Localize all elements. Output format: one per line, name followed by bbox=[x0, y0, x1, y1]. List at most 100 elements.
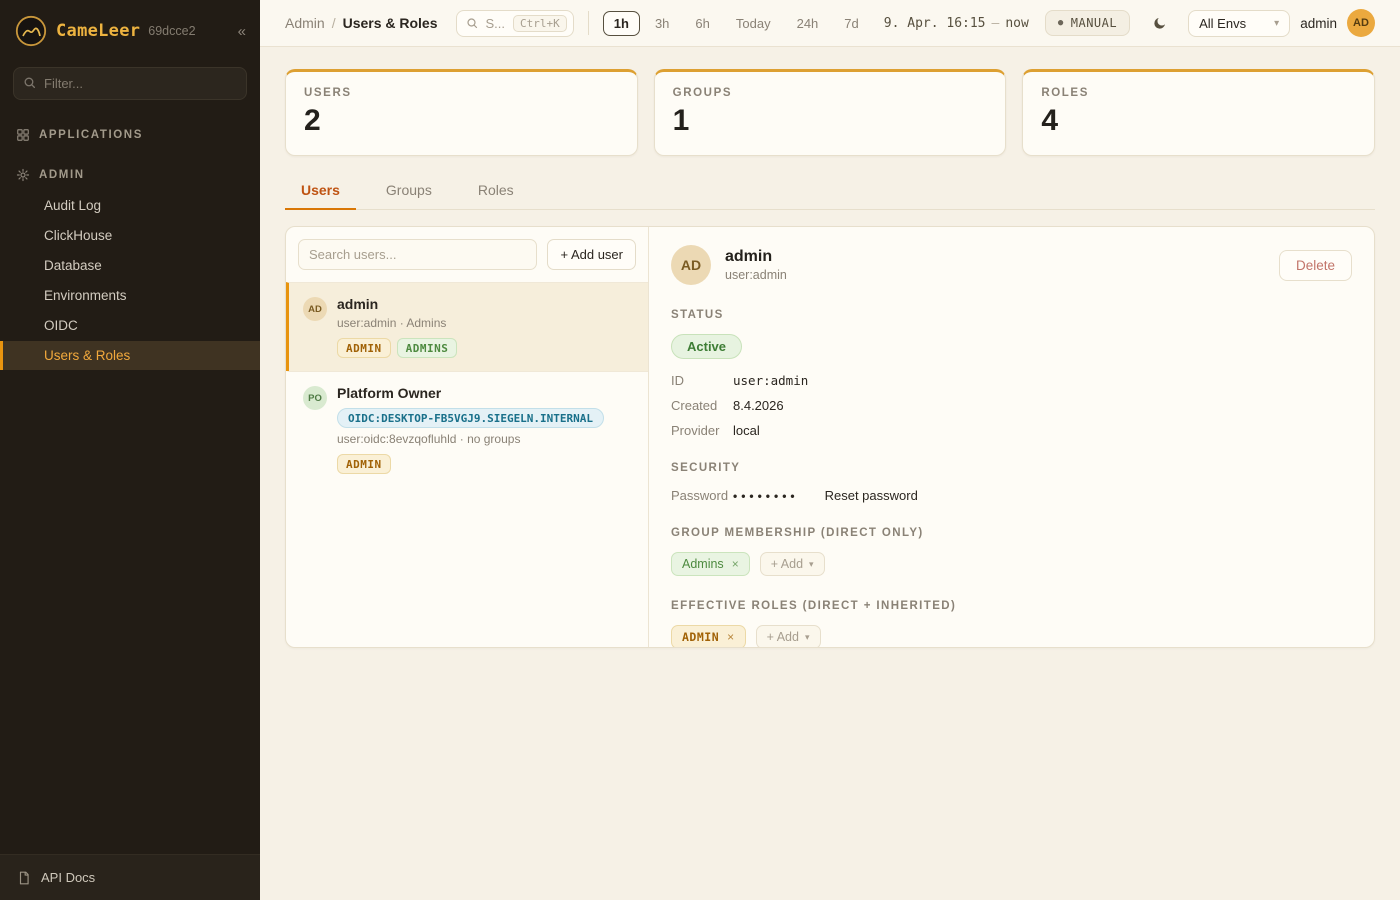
detail-header: AD admin user:admin Delete bbox=[671, 245, 1352, 285]
tab-groups[interactable]: Groups bbox=[370, 182, 448, 210]
user-detail-panel: AD admin user:admin Delete STATUS Active… bbox=[649, 227, 1374, 647]
gear-icon bbox=[16, 168, 30, 182]
field-value: local bbox=[733, 423, 760, 438]
environment-select[interactable]: All Envs ▾ bbox=[1188, 10, 1290, 37]
sidebar-section-applications[interactable]: APPLICATIONS bbox=[0, 120, 260, 150]
global-search-button[interactable]: S... Ctrl+K bbox=[456, 10, 574, 37]
status-badge: Active bbox=[671, 334, 742, 359]
sidebar-collapse-button[interactable]: « bbox=[238, 23, 246, 40]
status-heading: STATUS bbox=[671, 309, 1352, 321]
stat-label: ROLES bbox=[1041, 87, 1356, 99]
username-label: admin bbox=[1300, 16, 1337, 31]
section-label: APPLICATIONS bbox=[39, 129, 143, 141]
range-7d[interactable]: 7d bbox=[833, 11, 869, 36]
sidebar-filter bbox=[13, 67, 247, 100]
detail-fields: ID user:admin Created 8.4.2026 Provider … bbox=[671, 373, 1352, 438]
sidebar-section-admin[interactable]: ADMIN bbox=[0, 160, 260, 190]
range-24h[interactable]: 24h bbox=[786, 11, 830, 36]
range-3h[interactable]: 3h bbox=[644, 11, 680, 36]
range-6h[interactable]: 6h bbox=[684, 11, 720, 36]
user-item-body: admin user:admin · Admins ADMIN ADMINS bbox=[337, 296, 457, 358]
sidebar: CameLeer 69dcce2 « APPLICATIONS ADMIN Au… bbox=[0, 0, 260, 900]
tab-roles[interactable]: Roles bbox=[462, 182, 530, 210]
stat-card-users: USERS 2 bbox=[285, 69, 638, 156]
refresh-mode-button[interactable]: ● MANUAL bbox=[1045, 10, 1130, 36]
field-id: ID user:admin bbox=[671, 373, 1352, 388]
effective-roles-heading: EFFECTIVE ROLES (DIRECT + INHERITED) bbox=[671, 600, 1352, 612]
chevron-down-icon: ▾ bbox=[809, 559, 814, 570]
chip-label: Admins bbox=[682, 557, 724, 571]
add-group-button[interactable]: + Add ▾ bbox=[760, 552, 825, 576]
time-range-picker: 1h 3h 6h Today 24h 7d bbox=[603, 11, 870, 36]
sidebar-item-clickhouse[interactable]: ClickHouse bbox=[0, 221, 260, 250]
group-membership-heading: GROUP MEMBERSHIP (DIRECT ONLY) bbox=[671, 527, 1352, 539]
search-icon bbox=[466, 17, 478, 29]
user-list-item-admin[interactable]: AD admin user:admin · Admins ADMIN ADMIN… bbox=[286, 282, 648, 371]
admin-nav: Audit Log ClickHouse Database Environmen… bbox=[0, 190, 260, 371]
add-user-button[interactable]: + Add user bbox=[547, 239, 636, 270]
tab-users[interactable]: Users bbox=[285, 182, 356, 210]
reset-password-link[interactable]: Reset password bbox=[825, 488, 918, 503]
sidebar-filter-input[interactable] bbox=[13, 67, 247, 100]
users-panel: + Add user AD admin user:admin · Admins … bbox=[285, 226, 1375, 648]
field-value: 8.4.2026 bbox=[733, 398, 784, 413]
oidc-provider-badge: OIDC:DESKTOP-FB5VGJ9.SIEGELN.INTERNAL bbox=[337, 408, 604, 428]
field-label: Provider bbox=[671, 423, 733, 438]
detail-user-name: admin bbox=[725, 248, 787, 266]
top-header: Admin / Users & Roles S... Ctrl+K 1h 3h … bbox=[260, 0, 1400, 47]
range-1h[interactable]: 1h bbox=[603, 11, 640, 36]
role-chip-admin: ADMIN × bbox=[671, 625, 746, 648]
breadcrumb-current: Users & Roles bbox=[343, 15, 438, 31]
header-divider bbox=[588, 11, 589, 35]
stat-value: 4 bbox=[1041, 104, 1356, 138]
detail-user-id: user:admin bbox=[725, 268, 787, 282]
status-dot-icon: ● bbox=[1058, 19, 1064, 28]
dark-mode-toggle[interactable] bbox=[1144, 8, 1174, 38]
avatar: PO bbox=[303, 386, 327, 410]
sidebar-header: CameLeer 69dcce2 « bbox=[0, 0, 260, 57]
add-label: + Add bbox=[771, 557, 803, 571]
tab-bar: Users Groups Roles bbox=[285, 182, 1375, 210]
sidebar-item-environments[interactable]: Environments bbox=[0, 281, 260, 310]
sidebar-item-oidc[interactable]: OIDC bbox=[0, 311, 260, 340]
remove-group-icon[interactable]: × bbox=[732, 557, 739, 571]
password-label: Password bbox=[671, 488, 733, 503]
user-list-item-platform-owner[interactable]: PO Platform Owner OIDC:DESKTOP-FB5VGJ9.S… bbox=[286, 371, 648, 487]
sidebar-item-users-roles[interactable]: Users & Roles bbox=[0, 341, 260, 370]
password-row: Password •••••••• Reset password bbox=[671, 488, 1352, 503]
page-content: USERS 2 GROUPS 1 ROLES 4 Users Groups Ro… bbox=[260, 47, 1400, 900]
field-created: Created 8.4.2026 bbox=[671, 398, 1352, 413]
date-range-display[interactable]: 9. Apr. 16:15—now bbox=[884, 16, 1029, 31]
password-mask: •••••••• bbox=[733, 489, 799, 503]
field-value: user:admin bbox=[733, 373, 808, 388]
global-search-placeholder: S... bbox=[486, 16, 506, 31]
search-shortcut-kbd: Ctrl+K bbox=[513, 15, 567, 32]
user-avatar[interactable]: AD bbox=[1347, 9, 1375, 37]
add-role-button[interactable]: + Add ▾ bbox=[756, 625, 821, 648]
group-badge: ADMINS bbox=[397, 338, 458, 358]
user-meta: user:oidc:8evzqofluhld · no groups bbox=[337, 432, 604, 446]
section-label: ADMIN bbox=[39, 169, 85, 181]
user-search-input[interactable] bbox=[298, 239, 537, 270]
stat-label: USERS bbox=[304, 87, 619, 99]
stat-card-roles: ROLES 4 bbox=[1022, 69, 1375, 156]
breadcrumb-parent[interactable]: Admin bbox=[285, 15, 325, 31]
user-menu: admin AD bbox=[1300, 9, 1375, 37]
sidebar-item-audit-log[interactable]: Audit Log bbox=[0, 191, 260, 220]
api-docs-link[interactable]: API Docs bbox=[0, 854, 260, 900]
breadcrumb-separator: / bbox=[332, 15, 336, 31]
search-icon bbox=[23, 76, 36, 89]
app-root: CameLeer 69dcce2 « APPLICATIONS ADMIN Au… bbox=[0, 0, 1400, 900]
avatar: AD bbox=[303, 297, 327, 321]
remove-role-icon[interactable]: × bbox=[727, 630, 735, 644]
delete-user-button[interactable]: Delete bbox=[1279, 250, 1352, 281]
stat-value: 1 bbox=[673, 104, 988, 138]
sidebar-item-database[interactable]: Database bbox=[0, 251, 260, 280]
range-today[interactable]: Today bbox=[725, 11, 782, 36]
applications-grid-icon bbox=[16, 128, 30, 142]
field-label: Created bbox=[671, 398, 733, 413]
user-name: admin bbox=[337, 296, 457, 312]
date-to: now bbox=[1005, 16, 1028, 31]
chevron-down-icon: ▾ bbox=[1260, 18, 1279, 29]
group-chips: Admins × + Add ▾ bbox=[671, 552, 1352, 576]
